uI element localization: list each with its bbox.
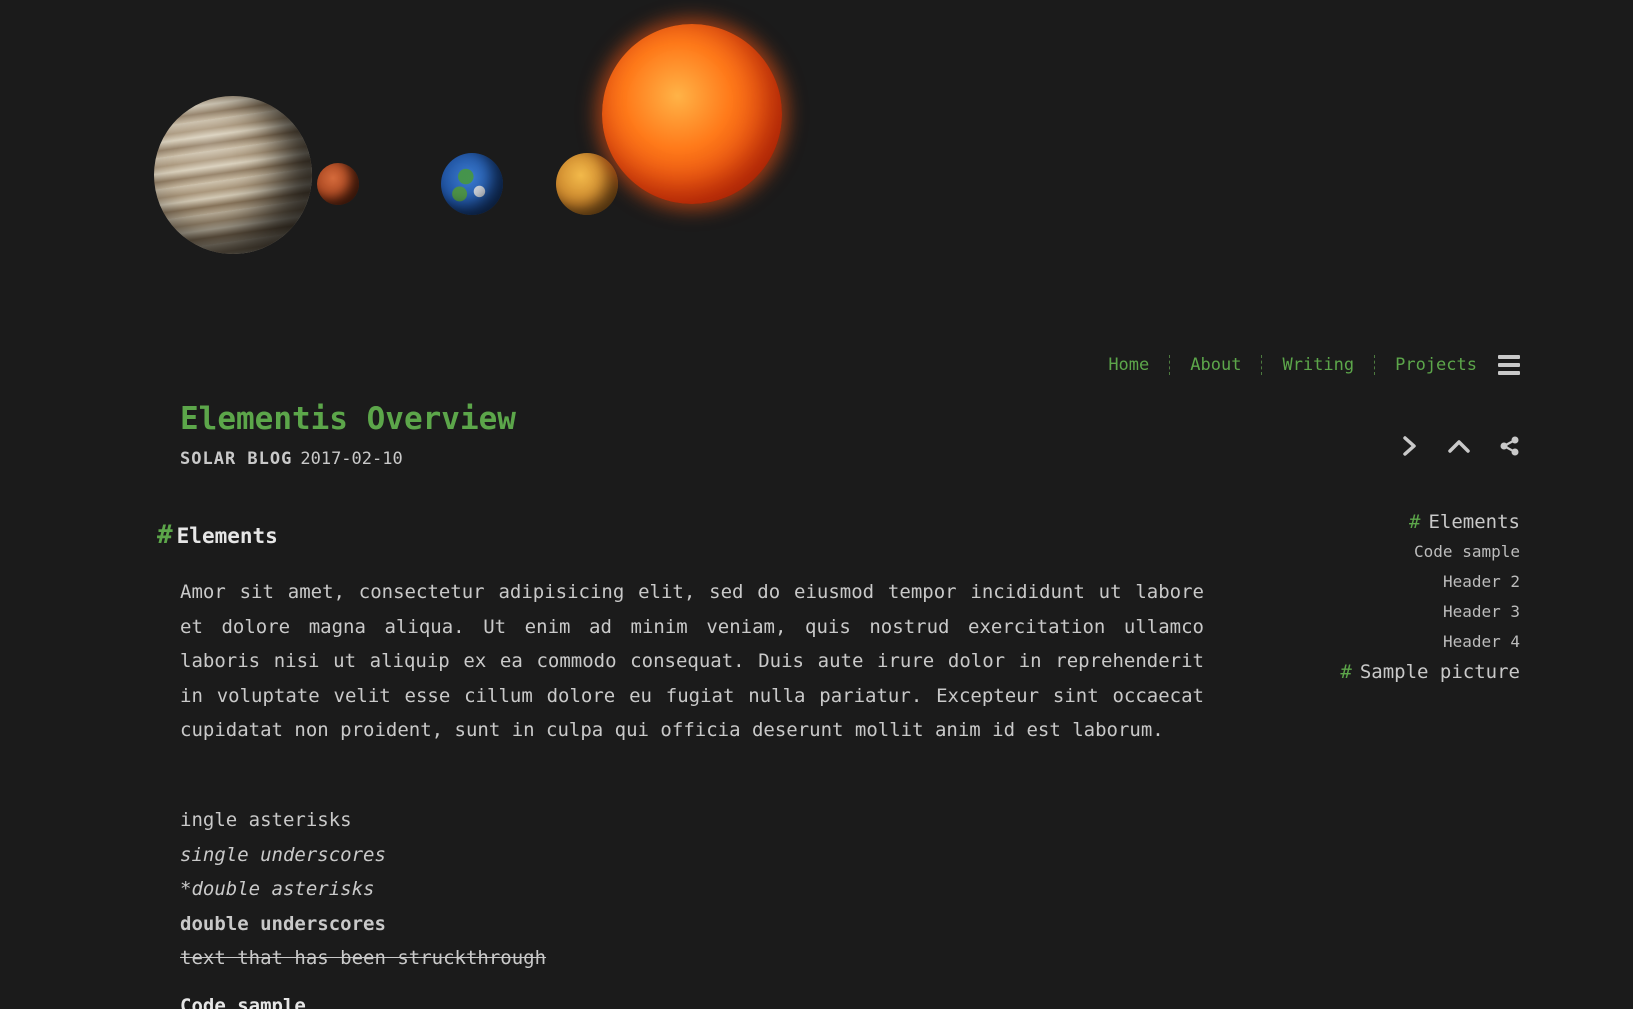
double-underscores-example: double underscores	[180, 912, 386, 935]
double-asterisks-example: *double asterisks	[180, 878, 375, 900]
planets-banner	[0, 0, 1633, 300]
toc-item-code-sample[interactable]: Code sample	[1340, 537, 1520, 567]
sun-image	[602, 24, 782, 204]
jupiter-image	[154, 96, 312, 254]
post-actions	[1402, 436, 1520, 456]
toc-item-label: Sample picture	[1359, 661, 1520, 683]
toc-item-label: Elements	[1428, 511, 1520, 533]
code-sample-heading: Code sample	[180, 995, 306, 1009]
earth-image	[441, 153, 503, 215]
toc-item-header-4[interactable]: Header 4	[1340, 627, 1520, 657]
nav-projects-link[interactable]: Projects	[1374, 355, 1497, 375]
menu-icon[interactable]	[1498, 355, 1520, 375]
single-underscores-example: single underscores	[180, 843, 386, 866]
section-heading-elements: # Elements	[157, 520, 278, 550]
toc-item-sample-picture[interactable]: # Sample picture	[1340, 657, 1520, 687]
toc-hash: #	[1409, 511, 1421, 533]
post-author[interactable]: SOLAR BLOG	[180, 449, 292, 469]
nav-writing-link[interactable]: Writing	[1261, 355, 1374, 375]
table-of-contents: # Elements Code sample Header 2 Header 3 …	[1340, 507, 1520, 687]
next-post-icon[interactable]	[1402, 436, 1418, 456]
post-date: 2017-02-10	[300, 449, 403, 469]
strikethrough-example: text that has been struckthrough	[180, 947, 547, 969]
main-nav: Home About Writing Projects	[1088, 355, 1520, 375]
venus-image	[556, 153, 618, 215]
post-title: Elementis Overview	[180, 401, 516, 437]
section-heading-text: Elements	[176, 524, 278, 548]
nav-home-link[interactable]: Home	[1088, 355, 1169, 375]
share-icon[interactable]	[1500, 436, 1520, 456]
nav-about-link[interactable]: About	[1169, 355, 1261, 375]
mars-image	[317, 163, 359, 205]
page: Home About Writing Projects Elementis Ov…	[0, 0, 1633, 1009]
single-asterisks-example: ingle asterisks	[180, 809, 352, 831]
toc-item-header-2[interactable]: Header 2	[1340, 567, 1520, 597]
scroll-top-icon[interactable]	[1448, 438, 1470, 454]
toc-item-header-3[interactable]: Header 3	[1340, 597, 1520, 627]
toc-item-elements[interactable]: # Elements	[1340, 507, 1520, 537]
body-paragraph: Amor sit amet, consectetur adipisicing e…	[180, 581, 1204, 741]
text-style-examples: ingle asterisks single underscores *doub…	[180, 803, 546, 976]
post-meta: SOLAR BLOG 2017-02-10	[180, 449, 403, 469]
toc-hash: #	[1340, 661, 1352, 683]
heading-anchor-link[interactable]: #	[157, 520, 173, 550]
